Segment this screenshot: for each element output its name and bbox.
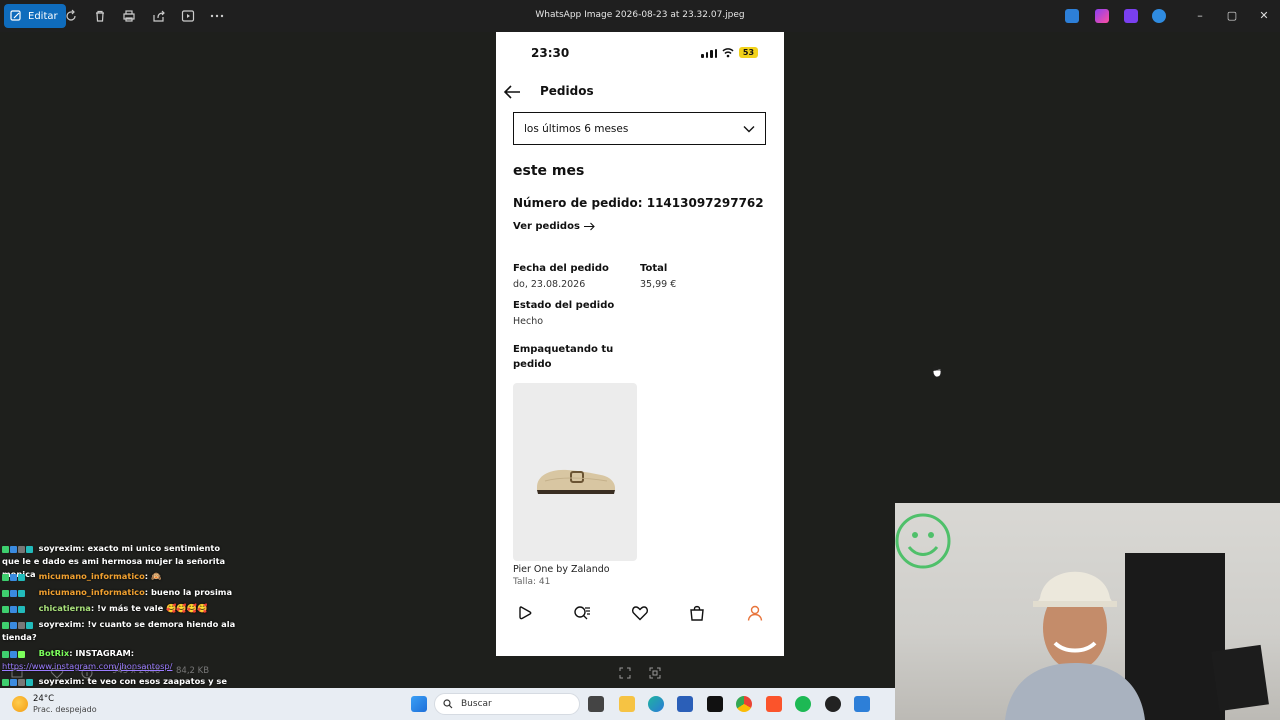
chat-badges: [2, 677, 36, 686]
signal-icon: [701, 49, 717, 58]
hand-cursor-icon: [932, 366, 942, 378]
total-label: Total: [640, 263, 668, 274]
chat-badges: [2, 572, 36, 581]
print-icon[interactable]: [121, 8, 137, 24]
chat-message: BotRix: INSTAGRAM:: [2, 647, 238, 660]
product-size: Talla: 41: [513, 577, 551, 587]
webcam-feed: [895, 503, 1280, 720]
start-icon[interactable]: [411, 696, 427, 712]
viewer-toolbar: Editar WhatsApp Image 2026-08-23 at 23.3…: [0, 0, 1280, 32]
store-icon[interactable]: [677, 696, 693, 712]
file-explorer-icon[interactable]: [619, 696, 635, 712]
weather-temperature: 24°C: [33, 694, 55, 704]
month-heading: este mes: [513, 163, 585, 179]
order-date-value: do, 23.08.2026: [513, 279, 586, 290]
weather-description: Prac. despejado: [33, 705, 97, 714]
actual-size-icon[interactable]: [648, 665, 662, 679]
clipchamp-icon[interactable]: [1124, 9, 1138, 23]
more-icon[interactable]: [209, 8, 225, 24]
chat-badges: [2, 620, 36, 629]
search-list-icon[interactable]: [573, 604, 591, 622]
weather-icon[interactable]: [12, 696, 28, 712]
obs-icon[interactable]: [825, 696, 841, 712]
order-status-value: Hecho: [513, 316, 544, 327]
delete-icon[interactable]: [92, 8, 108, 24]
chat-message: micumano_informatico: 🙉: [2, 570, 238, 583]
chat-badges: [2, 604, 36, 613]
edit-label: Editar: [28, 10, 58, 22]
clog-shoe-image: [537, 469, 615, 494]
order-date-label: Fecha del pedido: [513, 263, 609, 274]
view-orders-label: Ver pedidos: [513, 221, 580, 232]
phone-screenshot: 23:30 53 Pedidos los últimos 6 meses est…: [496, 32, 784, 656]
streamer-webcam-image: [895, 513, 1269, 720]
bottom-navigation: [496, 600, 784, 626]
period-filter-value: los últimos 6 meses: [524, 122, 629, 135]
chat-link[interactable]: https://www.instagram.com/jhonsantosp/: [2, 660, 238, 673]
edit-button[interactable]: Editar: [4, 4, 66, 28]
search-placeholder: Buscar: [461, 699, 492, 709]
windows-taskbar: 24°C Prac. despejado Buscar: [0, 688, 895, 720]
taskbar-search[interactable]: Buscar: [434, 693, 580, 715]
minimize-button[interactable]: –: [1190, 6, 1210, 26]
chat-message: soyrexim: !v cuanto se demora hiendo ala…: [2, 619, 236, 642]
order-status-label: Estado del pedido: [513, 300, 615, 311]
close-button[interactable]: ✕: [1254, 6, 1274, 26]
chat-message: chicatierna: !v más te vale 🥰🥰🥰🥰: [2, 602, 238, 615]
profile-icon[interactable]: [746, 604, 764, 622]
play-icon[interactable]: [516, 604, 534, 622]
chat-badges: [2, 544, 36, 553]
back-arrow-icon[interactable]: [502, 82, 522, 102]
slideshow-icon[interactable]: [180, 8, 196, 24]
copilot-icon[interactable]: [1095, 9, 1109, 23]
order-number: Número de pedido: 11413097297762: [513, 196, 764, 210]
status-time: 23:30: [531, 46, 570, 60]
rotate-icon[interactable]: [63, 8, 79, 24]
total-value: 35,99 €: [640, 279, 677, 290]
product-brand: Pier One by Zalando: [513, 564, 610, 575]
brave-icon[interactable]: [766, 696, 782, 712]
chat-message: micumano_informatico: bueno la prosima: [2, 586, 238, 599]
share-icon[interactable]: [151, 8, 167, 24]
chat-badges: [2, 649, 36, 658]
edit-icon: [10, 10, 21, 21]
wifi-icon: [722, 48, 734, 58]
spotify-icon[interactable]: [795, 696, 811, 712]
task-view-icon[interactable]: [588, 696, 604, 712]
product-card[interactable]: [513, 383, 637, 561]
photos-taskbar-icon[interactable]: [854, 696, 870, 712]
onedrive-icon[interactable]: [1152, 9, 1166, 23]
battery-indicator: 53: [739, 47, 758, 58]
y-app-icon[interactable]: [707, 696, 723, 712]
view-orders-link[interactable]: Ver pedidos: [513, 221, 595, 232]
period-filter-select[interactable]: los últimos 6 meses: [513, 112, 766, 145]
packing-label: Empaquetando tu pedido: [513, 344, 614, 370]
bag-icon[interactable]: [688, 604, 706, 622]
chrome-icon[interactable]: [736, 696, 752, 712]
maximize-button[interactable]: ▢: [1222, 6, 1242, 26]
arrow-right-icon: [583, 222, 595, 231]
edge-icon[interactable]: [648, 696, 664, 712]
search-icon: [443, 699, 453, 709]
fit-to-window-icon[interactable]: [618, 665, 632, 679]
photos-app-icon[interactable]: [1065, 9, 1079, 23]
chat-badges: [2, 588, 36, 597]
page-title: Pedidos: [540, 84, 594, 98]
chevron-down-icon: [743, 126, 755, 133]
heart-icon[interactable]: [631, 604, 649, 622]
